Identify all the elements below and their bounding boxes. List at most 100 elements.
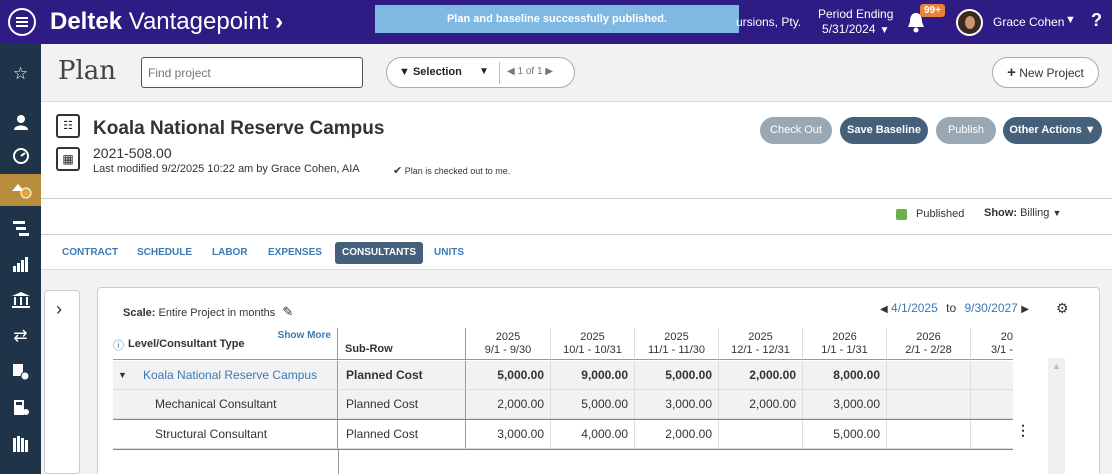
- period-header: 20 3/1 -: [970, 328, 1013, 360]
- chevron-down-icon: ▼: [879, 25, 890, 36]
- value-cell[interactable]: [970, 390, 1013, 419]
- scroll-up-icon[interactable]: ▲: [1052, 361, 1061, 371]
- tab-units[interactable]: UNITS: [427, 242, 471, 264]
- period-header: 2025 9/1 - 9/30: [466, 328, 550, 360]
- tab-contract[interactable]: CONTRACT: [55, 242, 125, 264]
- plan-structure-icon[interactable]: ☷: [56, 114, 80, 138]
- projects-plan-icon[interactable]: [0, 174, 41, 206]
- range-start[interactable]: 4/1/2025: [891, 301, 938, 315]
- value-cell[interactable]: [886, 420, 970, 449]
- subrow-cell: Planned Cost: [338, 390, 466, 419]
- tab-expenses[interactable]: EXPENSES: [261, 242, 329, 264]
- show-selector[interactable]: Show: Billing ▼: [984, 207, 1061, 219]
- show-more-link[interactable]: Show More: [278, 330, 331, 341]
- chevron-right-icon: ›: [56, 299, 62, 319]
- value-cell[interactable]: 5,000.00: [466, 361, 550, 390]
- library-icon[interactable]: [0, 428, 41, 460]
- check-out-button[interactable]: Check Out: [760, 117, 832, 144]
- value-cell[interactable]: 2,000.00: [634, 420, 718, 449]
- checkmark-icon: ✔: [393, 165, 403, 177]
- edit-icon[interactable]: ✎: [282, 304, 293, 319]
- top-bar: Deltek Vantagepoint › Plan and baseline …: [0, 0, 1112, 44]
- star-icon[interactable]: ☆: [0, 58, 41, 90]
- project-number: 2021-508.00: [93, 145, 172, 161]
- table-row[interactable]: Structural Consultant: [113, 420, 338, 449]
- menu-icon[interactable]: [8, 8, 36, 36]
- value-cell[interactable]: 5,000.00: [550, 390, 634, 419]
- value-cell[interactable]: [970, 420, 1013, 449]
- billing-icon[interactable]: [0, 356, 41, 388]
- period-header: 2026 1/1 - 1/31: [802, 328, 886, 360]
- calculator-grid-icon[interactable]: ▦: [56, 147, 80, 171]
- value-cell[interactable]: 5,000.00: [634, 361, 718, 390]
- gear-icon[interactable]: ⚙: [1056, 300, 1069, 317]
- period-ending-selector[interactable]: Period Ending 5/31/2024 ▼: [818, 7, 893, 38]
- project-info-panel: ☷ ▦ Koala National Reserve Campus 2021-5…: [41, 102, 1112, 234]
- collapse-icon[interactable]: ▼: [118, 361, 127, 389]
- page-title: Plan: [58, 56, 117, 86]
- tab-schedule[interactable]: SCHEDULE: [130, 242, 199, 264]
- published-status: Published: [916, 208, 965, 220]
- other-actions-button[interactable]: Other Actions ▼: [1003, 117, 1102, 144]
- value-cell[interactable]: 3,000.00: [634, 390, 718, 419]
- reports-icon[interactable]: [0, 248, 41, 280]
- expand-panel-button[interactable]: ›: [44, 290, 80, 474]
- avatar[interactable]: [956, 9, 983, 36]
- value-cell[interactable]: [970, 361, 1013, 390]
- value-cell[interactable]: 3,000.00: [802, 390, 886, 419]
- person-icon[interactable]: [0, 106, 41, 138]
- dashboard-icon[interactable]: [0, 140, 41, 172]
- new-project-button[interactable]: + New Project: [992, 57, 1099, 88]
- value-cell[interactable]: 8,000.00: [802, 361, 886, 390]
- period-header: 2025 11/1 - 11/30: [634, 328, 718, 360]
- prev-icon[interactable]: ◀: [507, 66, 515, 77]
- last-modified: Last modified 9/2/2025 10:22 am by Grace…: [93, 163, 360, 175]
- bank-icon[interactable]: [0, 284, 41, 316]
- calculator-icon[interactable]: [0, 392, 41, 424]
- publish-button[interactable]: Publish: [936, 117, 996, 144]
- save-baseline-button[interactable]: Save Baseline: [840, 117, 928, 144]
- vertical-scrollbar[interactable]: ▲: [1048, 358, 1065, 474]
- range-end[interactable]: 9/30/2027: [964, 301, 1017, 315]
- company-name[interactable]: ursions, Pty.: [736, 15, 801, 29]
- scale-label: Scale: Entire Project in months ✎: [123, 304, 294, 319]
- filter-icon: ▼: [399, 66, 413, 78]
- record-pager[interactable]: ◀ 1 of 1 ▶: [507, 66, 553, 77]
- period-label: Period Ending: [818, 7, 894, 21]
- value-cell[interactable]: 5,000.00: [802, 420, 886, 449]
- user-name[interactable]: Grace Cohen: [993, 15, 1064, 29]
- value-cell[interactable]: 2,000.00: [718, 390, 802, 419]
- help-icon[interactable]: ?: [1091, 10, 1102, 31]
- tab-labor[interactable]: LABOR: [205, 242, 255, 264]
- brand-logo[interactable]: Deltek Vantagepoint ›: [50, 8, 283, 36]
- find-project-input[interactable]: [141, 57, 363, 88]
- left-nav: ☆ ⇄: [0, 44, 41, 474]
- value-cell[interactable]: 3,000.00: [466, 420, 550, 449]
- period-header: 2026 2/1 - 2/28: [886, 328, 970, 360]
- info-icon[interactable]: ⓘ: [113, 337, 124, 353]
- transfer-icon[interactable]: ⇄: [0, 320, 41, 352]
- chevron-down-icon[interactable]: ▼: [479, 66, 489, 77]
- user-menu-chevron-icon[interactable]: ▼: [1065, 14, 1076, 26]
- gantt-icon[interactable]: [0, 212, 41, 244]
- tab-consultants[interactable]: CONSULTANTS: [335, 242, 424, 264]
- value-cell[interactable]: [718, 420, 802, 449]
- value-cell[interactable]: [886, 390, 970, 419]
- value-cell[interactable]: 2,000.00: [718, 361, 802, 390]
- chevron-down-icon: ▼: [1084, 124, 1096, 136]
- selection-filter[interactable]: ▼ Selection ▼ ◀ 1 of 1 ▶: [386, 57, 575, 88]
- prev-range-icon[interactable]: ◀: [880, 304, 888, 315]
- selection-filter-label[interactable]: ▼ Selection: [399, 66, 462, 78]
- period-header: 2025 12/1 - 12/31: [718, 328, 802, 360]
- checked-out-status: ✔ Plan is checked out to me.: [393, 165, 511, 177]
- value-cell[interactable]: 4,000.00: [550, 420, 634, 449]
- next-range-icon[interactable]: ▶: [1021, 304, 1029, 315]
- row-menu-icon[interactable]: ⋮: [1016, 422, 1030, 439]
- table-row[interactable]: Mechanical Consultant: [113, 390, 338, 419]
- period-header: 2025 10/1 - 10/31: [550, 328, 634, 360]
- table-row[interactable]: ▼ Koala National Reserve Campus: [113, 361, 338, 390]
- value-cell[interactable]: [886, 361, 970, 390]
- next-icon[interactable]: ▶: [545, 66, 553, 77]
- value-cell[interactable]: 9,000.00: [550, 361, 634, 390]
- value-cell[interactable]: 2,000.00: [466, 390, 550, 419]
